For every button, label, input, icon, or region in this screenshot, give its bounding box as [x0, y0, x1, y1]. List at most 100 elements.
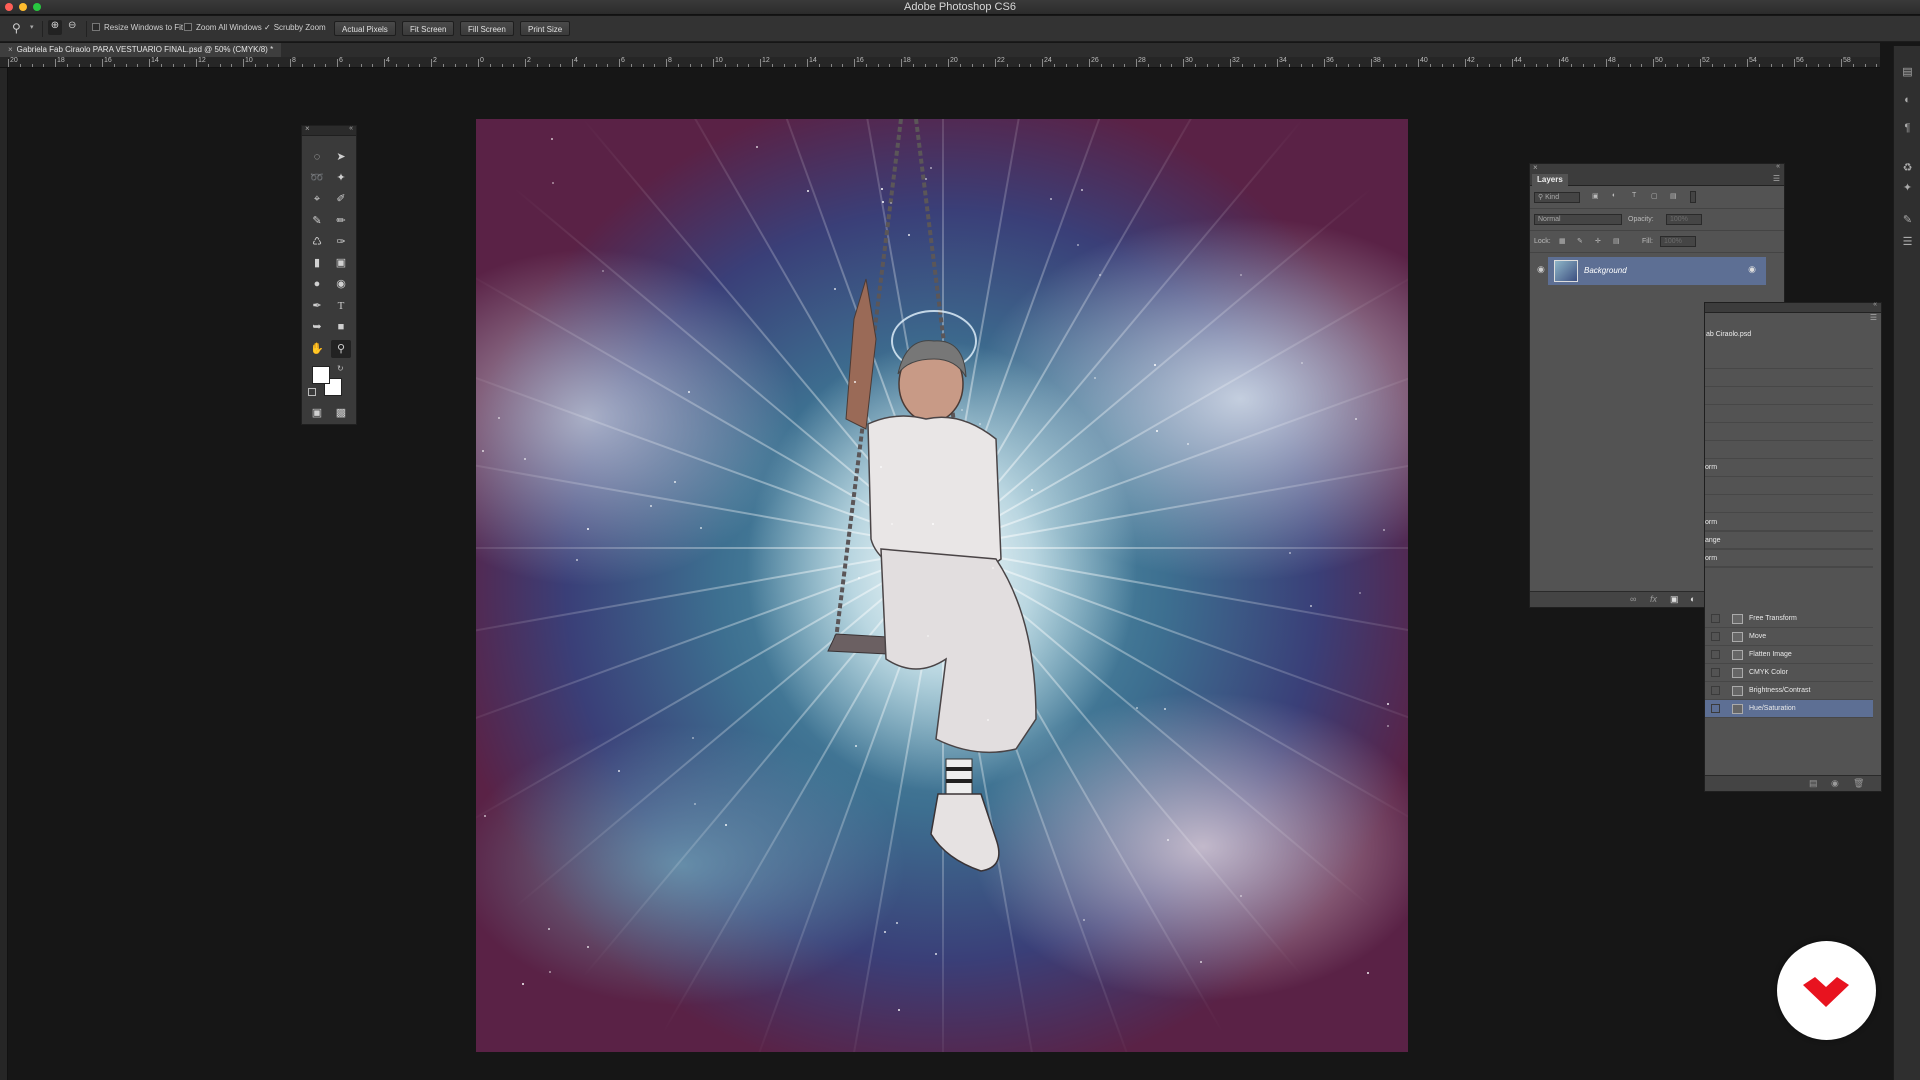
panel-menu-icon[interactable]: ☰: [1773, 174, 1780, 183]
tool-presets-icon[interactable]: ✦: [1901, 182, 1914, 195]
fit-screen-button[interactable]: Fit Screen: [402, 21, 455, 36]
link-layers-icon[interactable]: ∞: [1630, 594, 1636, 604]
lasso-tool-icon[interactable]: ➿: [307, 169, 327, 187]
tab-layers[interactable]: Layers: [1532, 174, 1568, 186]
magic-wand-icon[interactable]: ✦: [331, 169, 351, 187]
magnifier-icon[interactable]: ⚲: [331, 340, 351, 358]
lock-position-icon[interactable]: ✛: [1595, 237, 1601, 245]
checkmark-icon[interactable]: ✓: [264, 23, 271, 32]
brush-presets-icon[interactable]: ✎: [1901, 214, 1914, 227]
history-item[interactable]: CMYK Color: [1705, 664, 1873, 682]
checkbox-box[interactable]: [184, 23, 192, 31]
history-item[interactable]: Move: [1705, 628, 1873, 646]
opacity-field[interactable]: 100%: [1666, 214, 1702, 225]
collapse-panel-icon[interactable]: «: [349, 125, 353, 132]
chevron-down-icon[interactable]: ▾: [30, 23, 34, 31]
shape-tool-icon[interactable]: ■: [331, 318, 351, 336]
history-item[interactable]: Brightness/Contrast: [1705, 682, 1873, 700]
brush-tool-icon[interactable]: ✏: [331, 212, 351, 230]
clone-source-icon[interactable]: ♻: [1901, 162, 1914, 175]
eye-icon[interactable]: ◉: [1537, 264, 1545, 275]
close-panel-icon[interactable]: ×: [305, 124, 310, 133]
screen-mode-icon[interactable]: ▩: [331, 404, 351, 422]
history-item-hidden[interactable]: [1705, 513, 1873, 531]
collapse-panel-icon[interactable]: «: [1873, 301, 1877, 308]
history-item-hidden[interactable]: [1705, 441, 1873, 459]
type-filter-icon[interactable]: T: [1632, 192, 1636, 199]
history-snapshot[interactable]: ab Ciraolo.psd: [1706, 323, 1872, 349]
smart-object-filter-icon[interactable]: ▤: [1670, 192, 1677, 200]
tools-panel-header[interactable]: × «: [302, 124, 356, 136]
lock-all-icon[interactable]: ▤: [1613, 237, 1620, 245]
adjustments-icon[interactable]: ◐: [1901, 94, 1914, 107]
blend-mode-select[interactable]: Normal: [1534, 214, 1622, 225]
paragraph-icon[interactable]: ¶: [1901, 122, 1914, 135]
history-item-hidden[interactable]: [1705, 495, 1873, 513]
delete-state-icon[interactable]: 🗑: [1853, 778, 1864, 789]
history-item-hidden[interactable]: [1705, 369, 1873, 387]
history-source-checkbox[interactable]: [1711, 632, 1720, 641]
history-source-checkbox[interactable]: [1711, 686, 1720, 695]
fill-field[interactable]: 100%: [1660, 236, 1696, 247]
close-panel-icon[interactable]: ×: [1533, 163, 1538, 172]
actual-pixels-button[interactable]: Actual Pixels: [334, 21, 396, 36]
document-tab[interactable]: × Gabriela Fab Ciraolo PARA VESTUARIO FIN…: [0, 43, 282, 57]
resize-windows-checkbox[interactable]: Resize Windows to Fit: [92, 22, 183, 34]
move-tool-icon[interactable]: ➤: [331, 148, 351, 166]
shape-filter-icon[interactable]: ▢: [1651, 192, 1658, 200]
history-item-hidden[interactable]: [1705, 351, 1873, 369]
history-item-partial[interactable]: orm: [1705, 459, 1873, 477]
collapse-panel-icon[interactable]: «: [1776, 163, 1780, 170]
default-colors-icon[interactable]: [308, 388, 316, 396]
scrubby-zoom-checkbox[interactable]: ✓ Scrubby Zoom: [264, 22, 326, 34]
adjustment-filter-icon[interactable]: ◐: [1612, 192, 1616, 199]
print-size-button[interactable]: Print Size: [520, 21, 571, 36]
crop-tool-icon[interactable]: ⌖: [307, 190, 327, 208]
gradient-tool-icon[interactable]: ▣: [331, 254, 351, 272]
filter-toggle[interactable]: [1690, 191, 1696, 203]
filter-kind-select[interactable]: ⚲ Kind: [1534, 192, 1580, 203]
zoom-out-icon[interactable]: ⊖: [68, 20, 76, 31]
adjustment-layer-icon[interactable]: ◐: [1690, 594, 1695, 604]
zoom-in-icon[interactable]: ⊕: [48, 20, 62, 35]
foreground-color-swatch[interactable]: [312, 366, 330, 384]
checkbox-box[interactable]: [92, 23, 100, 31]
pen-tool-icon[interactable]: ✒: [307, 297, 327, 315]
swap-colors-icon[interactable]: ↻: [337, 364, 344, 373]
layer-style-icon[interactable]: fx: [1650, 594, 1657, 604]
add-mask-icon[interactable]: ▣: [1670, 594, 1679, 605]
eyedropper-icon[interactable]: ✐: [331, 190, 351, 208]
type-icon[interactable]: T: [331, 297, 351, 315]
history-item[interactable]: Free Transform: [1705, 610, 1873, 628]
hand-icon[interactable]: ✋: [307, 340, 327, 358]
panel-menu-icon[interactable]: ☰: [1870, 313, 1877, 322]
clone-stamp-icon[interactable]: ♺: [307, 233, 327, 251]
quick-mask-icon[interactable]: ▣: [307, 404, 327, 422]
history-item-hidden[interactable]: [1705, 423, 1873, 441]
history-source-checkbox[interactable]: [1711, 614, 1720, 623]
pixel-filter-icon[interactable]: ▣: [1592, 192, 1599, 200]
layer-row-background[interactable]: Background ◉: [1548, 257, 1766, 285]
path-selection-icon[interactable]: ➥: [307, 318, 327, 336]
history-item-hidden[interactable]: [1705, 387, 1873, 405]
history-item-hidden[interactable]: [1705, 477, 1873, 495]
history-item-hidden[interactable]: [1705, 405, 1873, 423]
eraser-tool-icon[interactable]: ▮: [307, 254, 327, 272]
history-item-hidden[interactable]: [1705, 549, 1873, 567]
blur-tool-icon[interactable]: ●: [307, 275, 327, 293]
document-canvas[interactable]: [476, 119, 1408, 1052]
lock-transparent-icon[interactable]: ▦: [1559, 237, 1566, 245]
history-source-checkbox[interactable]: [1711, 650, 1720, 659]
history-item-hidden[interactable]: [1705, 531, 1873, 549]
history-source-checkbox[interactable]: [1711, 668, 1720, 677]
marquee-tool-icon[interactable]: ◌: [307, 148, 327, 166]
close-tab-icon[interactable]: ×: [8, 45, 13, 54]
healing-brush-icon[interactable]: ✎: [307, 212, 327, 230]
histogram-icon[interactable]: ▤: [1901, 66, 1914, 79]
history-item[interactable]: Hue/Saturation: [1705, 700, 1873, 718]
lock-image-icon[interactable]: ✎: [1577, 237, 1583, 245]
dodge-tool-icon[interactable]: ◉: [331, 275, 351, 293]
new-document-from-state-icon[interactable]: ▤: [1809, 778, 1818, 789]
history-brush-icon[interactable]: ✑: [331, 233, 351, 251]
history-source-checkbox[interactable]: [1711, 704, 1720, 713]
